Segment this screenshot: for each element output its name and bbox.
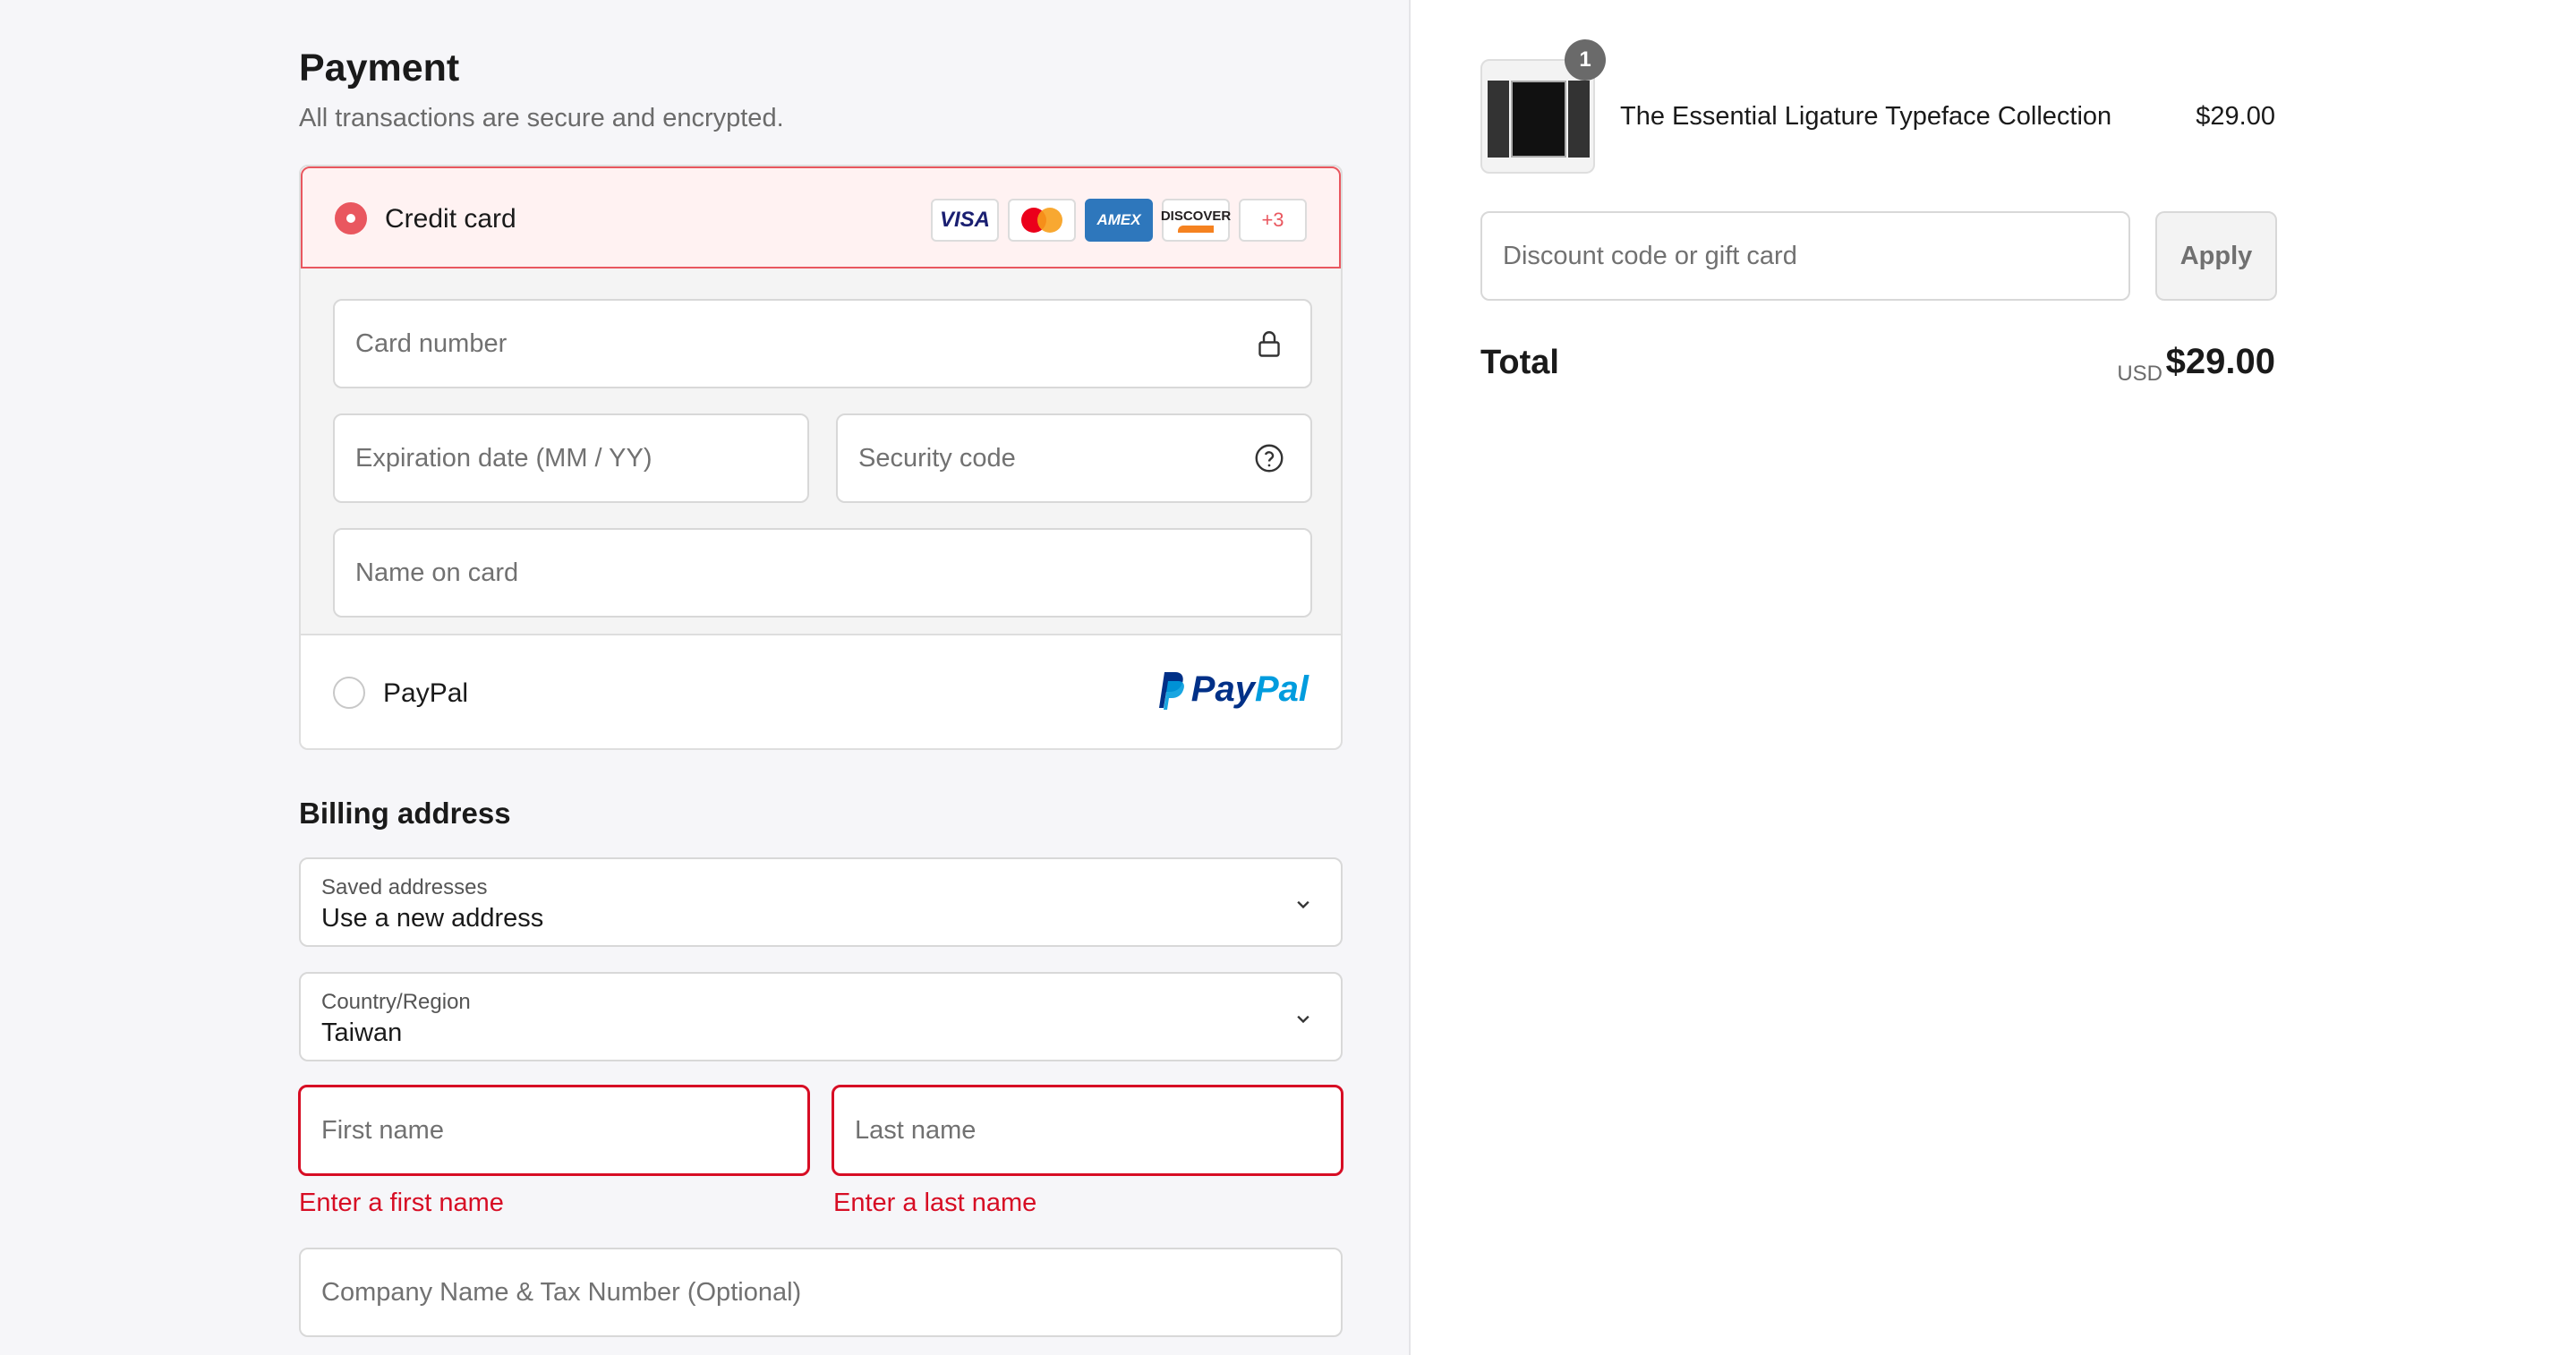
last-name-error: Enter a last name xyxy=(833,1189,1037,1217)
paypal-label: PayPal xyxy=(383,678,469,708)
name-on-card-input[interactable]: Name on card xyxy=(333,528,1312,618)
more-cards-badge: +3 xyxy=(1239,199,1307,242)
name-on-card-placeholder: Name on card xyxy=(355,558,519,587)
last-name-input[interactable]: Last name xyxy=(832,1085,1343,1176)
apply-discount-button[interactable]: Apply xyxy=(2155,211,2277,301)
paypal-option[interactable]: PayPal PayPal xyxy=(301,635,1341,748)
saved-addresses-select[interactable]: Saved addresses Use a new address xyxy=(299,857,1343,947)
first-name-placeholder: First name xyxy=(321,1115,444,1145)
quantity-badge: 1 xyxy=(1565,39,1606,81)
card-number-placeholder: Card number xyxy=(355,328,508,358)
mastercard-logo xyxy=(1008,199,1076,242)
security-code-placeholder: Security code xyxy=(858,443,1016,473)
chevron-down-icon xyxy=(1297,1015,1309,1024)
first-name-error: Enter a first name xyxy=(299,1189,504,1217)
paypal-logo: PayPal xyxy=(1154,669,1309,710)
credit-card-label: Credit card xyxy=(385,204,516,234)
saved-addresses-label: Saved addresses xyxy=(321,875,488,899)
paypal-p-icon xyxy=(1158,671,1184,710)
total-value: $29.00 xyxy=(2165,342,2275,381)
discount-code-input[interactable]: Discount code or gift card xyxy=(1480,211,2130,301)
security-code-input[interactable]: Security code xyxy=(836,413,1312,503)
product-title: The Essential Ligature Typeface Collecti… xyxy=(1620,102,2112,131)
discover-logo: DISCOVER xyxy=(1161,199,1231,242)
expiration-date-input[interactable]: Expiration date (MM / YY) xyxy=(333,413,809,503)
card-fields-panel: Card number Expiration date (MM / YY) Se… xyxy=(301,268,1341,635)
card-number-input[interactable]: Card number xyxy=(333,299,1312,388)
paypal-radio[interactable] xyxy=(333,677,365,709)
card-logos: VISA AMEX DISCOVER +3 xyxy=(931,199,1307,242)
credit-card-radio[interactable] xyxy=(335,202,367,234)
help-circle-icon[interactable] xyxy=(1253,442,1285,474)
country-region-label: Country/Region xyxy=(321,990,471,1014)
payment-subtitle: All transactions are secure and encrypte… xyxy=(299,104,784,132)
checkout-form-pane: Payment All transactions are secure and … xyxy=(0,0,1411,1355)
credit-card-option[interactable]: Credit card VISA AMEX DISCOVER +3 xyxy=(301,166,1341,268)
product-price: $29.00 xyxy=(2196,102,2275,131)
visa-logo: VISA xyxy=(931,199,999,242)
payment-method-box: Credit card VISA AMEX DISCOVER +3 Card n… xyxy=(299,165,1343,750)
lock-icon xyxy=(1258,331,1280,357)
company-tax-placeholder: Company Name & Tax Number (Optional) xyxy=(321,1277,802,1307)
first-name-input[interactable]: First name xyxy=(298,1085,810,1176)
country-region-value: Taiwan xyxy=(321,1018,403,1047)
total-currency: USD xyxy=(2117,362,2162,386)
company-tax-input[interactable]: Company Name & Tax Number (Optional) xyxy=(299,1248,1343,1337)
payment-title: Payment xyxy=(299,47,460,89)
last-name-placeholder: Last name xyxy=(855,1115,977,1145)
expiration-placeholder: Expiration date (MM / YY) xyxy=(355,443,653,473)
amex-logo: AMEX xyxy=(1085,199,1153,242)
discount-placeholder: Discount code or gift card xyxy=(1503,241,1797,270)
order-summary-pane: 1 The Essential Ligature Typeface Collec… xyxy=(1412,0,2576,1355)
country-region-select[interactable]: Country/Region Taiwan xyxy=(299,972,1343,1061)
billing-address-title: Billing address xyxy=(299,797,511,830)
saved-addresses-value: Use a new address xyxy=(321,904,544,933)
chevron-down-icon xyxy=(1297,900,1309,909)
total-label: Total xyxy=(1480,344,1559,381)
